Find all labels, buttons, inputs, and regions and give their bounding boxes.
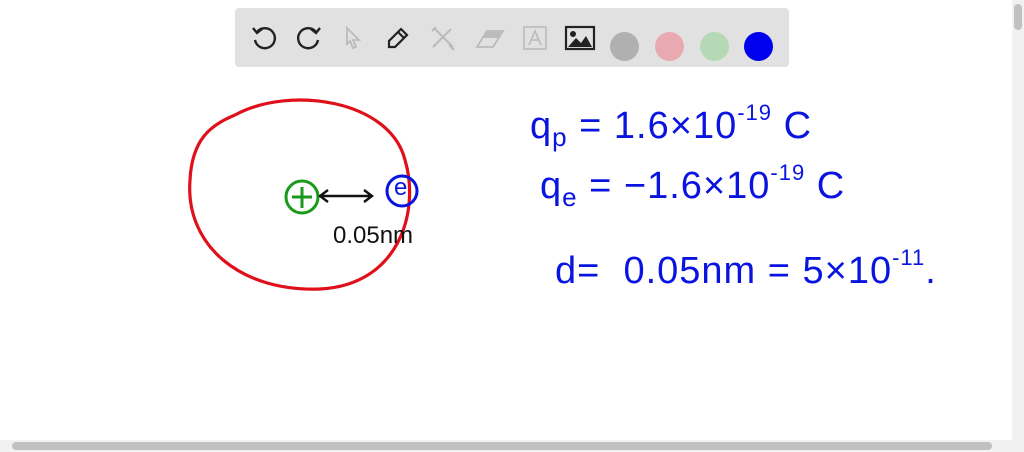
orbit-path [188, 98, 412, 291]
exponent: -11 [892, 245, 926, 270]
subscript: p [552, 122, 568, 152]
rhs: = 1.6×10 [579, 105, 738, 147]
horizontal-scroll-thumb[interactable] [12, 442, 992, 450]
vertical-scrollbar[interactable] [1012, 0, 1024, 440]
var: d [555, 250, 578, 292]
unit: C [772, 105, 813, 147]
subscript: e [562, 182, 578, 212]
vertical-scroll-thumb[interactable] [1014, 4, 1022, 30]
double-arrow [318, 189, 374, 203]
electron-symbol: e [394, 174, 408, 201]
equation-electron-charge: qe = −1.6×10-19 C [540, 160, 845, 213]
rhs: = 0.05nm = 5×10 [577, 250, 893, 292]
unit: C [805, 165, 846, 207]
unit: . [925, 250, 937, 292]
equation-distance: d= 0.05nm = 5×10-11. [555, 245, 937, 293]
var: q [530, 105, 553, 147]
drawing-canvas[interactable] [0, 0, 1010, 440]
equation-proton-charge: qp = 1.6×10-19 C [530, 100, 812, 153]
rhs: = −1.6×10 [589, 165, 771, 207]
exponent: -19 [737, 100, 773, 125]
exponent: -19 [770, 160, 806, 185]
var: q [540, 165, 563, 207]
horizontal-scrollbar[interactable] [0, 440, 1024, 452]
proton-plus [292, 187, 312, 208]
distance-label: 0.05nm [333, 222, 414, 249]
